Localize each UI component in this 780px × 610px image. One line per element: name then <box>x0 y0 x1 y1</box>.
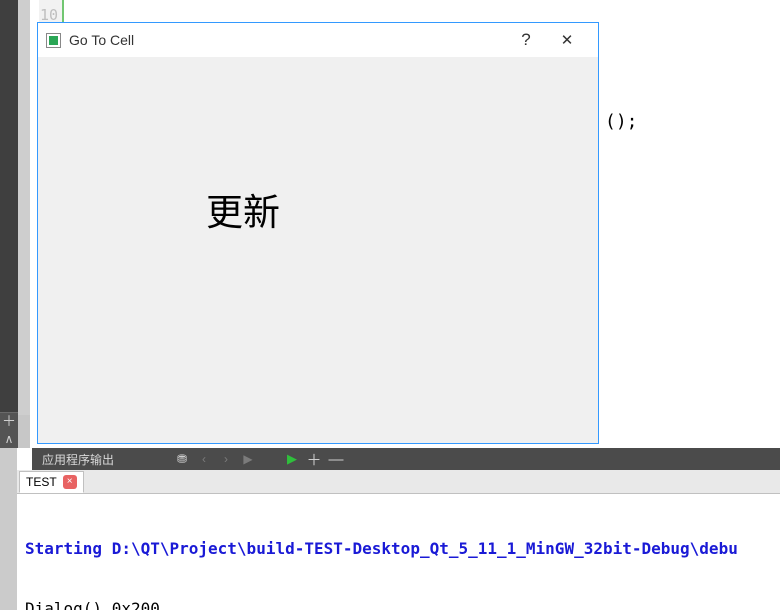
help-button[interactable]: ? <box>508 23 544 57</box>
close-icon: × <box>67 477 73 487</box>
output-console[interactable]: Starting D:\QT\Project\build-TEST-Deskto… <box>17 494 780 610</box>
chevron-right-icon: › <box>224 452 228 466</box>
play-icon: ▶ <box>243 452 252 466</box>
console-line: Starting D:\QT\Project\build-TEST-Deskto… <box>25 538 772 560</box>
output-toolbar: ⛃ ‹ › ▶ ▶ ＋ — <box>172 449 346 469</box>
run-marker-button[interactable]: ▶ <box>282 449 302 469</box>
plus-icon: ＋ <box>307 449 322 470</box>
dialog-titlebar[interactable]: Go To Cell ? ✕ <box>38 23 598 57</box>
stop-button[interactable] <box>260 449 280 469</box>
minus-icon: — <box>329 451 344 468</box>
close-icon: ✕ <box>561 31 574 49</box>
minimap-fragment <box>18 415 30 448</box>
editor-left-rail <box>0 0 18 448</box>
update-label: 更新 <box>206 182 280 236</box>
prev-button[interactable]: ‹ <box>194 449 214 469</box>
code-fragment: (); <box>605 111 638 132</box>
play-flag-icon: ▶ <box>287 451 297 467</box>
help-icon: ? <box>521 30 530 50</box>
dialog-title: Go To Cell <box>69 32 134 48</box>
rail-collapse-button[interactable]: ∧ <box>0 429 18 448</box>
close-button[interactable]: ✕ <box>544 23 590 57</box>
tab-close-button[interactable]: × <box>63 475 77 489</box>
output-scroll-margin[interactable] <box>0 448 17 610</box>
output-tab-row: TEST × <box>17 470 780 494</box>
output-tab-test[interactable]: TEST × <box>19 471 84 493</box>
console-line: Dialog() 0x200 <box>25 598 772 610</box>
remove-button[interactable]: — <box>326 449 346 469</box>
rail-add-button[interactable]: ＋ <box>0 412 18 429</box>
filter-button[interactable]: ⛃ <box>172 449 192 469</box>
plus-icon: ＋ <box>2 414 16 428</box>
app-icon <box>46 33 61 48</box>
chevron-left-icon: ‹ <box>202 452 206 466</box>
next-button[interactable]: › <box>216 449 236 469</box>
filter-icon: ⛃ <box>177 452 187 466</box>
tab-label: TEST <box>26 475 57 489</box>
chevron-up-icon: ∧ <box>5 432 14 446</box>
dialog-body: 更新 <box>38 57 598 443</box>
line-number: 10 <box>39 0 62 24</box>
output-panel-header: 应用程序输出 ⛃ ‹ › ▶ ▶ ＋ — <box>32 448 780 470</box>
output-panel-title: 应用程序输出 <box>32 451 124 468</box>
editor-minimap-rail <box>18 0 30 448</box>
go-to-cell-dialog: Go To Cell ? ✕ 更新 <box>37 22 599 444</box>
add-button[interactable]: ＋ <box>304 449 324 469</box>
run-button[interactable]: ▶ <box>238 449 258 469</box>
